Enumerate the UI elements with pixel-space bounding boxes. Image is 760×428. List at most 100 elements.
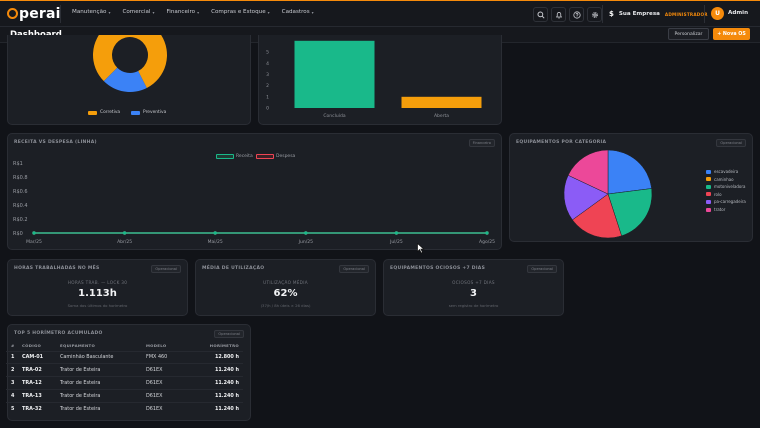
panel-title: MÉDIA DE UTILIZAÇÃO — [202, 266, 265, 271]
column-header: MODELO — [146, 343, 167, 349]
dollar-icon: $ — [609, 10, 614, 18]
divider — [704, 5, 705, 23]
kpi-hours-panel: HORAS TRABALHADAS NO MÊS Operacional HOR… — [7, 259, 188, 316]
kpi-note: Soma dos últimos do horímetro — [67, 303, 128, 308]
mouse-cursor-icon — [417, 243, 425, 254]
legend-item-motoniveladora[interactable]: motoniveladora — [706, 184, 745, 189]
legend-label: Corretiva — [100, 110, 121, 115]
data-point-receita — [122, 231, 127, 235]
model-cell: D61EX — [146, 363, 192, 377]
rank-cell: 2 — [6, 363, 22, 377]
divider — [60, 5, 61, 23]
table-row[interactable]: 1 CAM-01 Caminhão Basculante FMX 460 12.… — [6, 350, 243, 364]
code-cell: CAM-01 — [22, 350, 60, 364]
bar-aberta — [401, 96, 482, 108]
panel-title: TOP 5 HORÍMETRO ACUMULADO — [14, 331, 103, 336]
legend-item-rolo[interactable]: rolo — [706, 192, 722, 197]
code-cell: TRA-13 — [22, 388, 60, 403]
table-row[interactable]: 3 TRA-12 Trator de Esteira D61EX 11.240 … — [6, 376, 243, 390]
legend-item-pa-carregadeira[interactable]: pa-carregadeira — [706, 199, 746, 204]
kpi-utilization-panel: MÉDIA DE UTILIZAÇÃO Operacional UTILIZAÇ… — [195, 259, 376, 316]
y-tick-label: R$0.2 — [13, 217, 28, 223]
equipment-cell: Trator de Esteira — [60, 363, 146, 377]
hours-cell: 12.800 h — [192, 350, 243, 364]
legend-label: Preventiva — [143, 110, 167, 115]
legend-swatch — [706, 184, 711, 189]
rank-cell: 1 — [6, 350, 22, 364]
legend-swatch — [88, 110, 97, 115]
y-tick-label: R$0 — [13, 231, 23, 237]
help-button[interactable] — [569, 7, 584, 22]
kpi-idle-panel: EQUIPAMENTOS OCIOSOS +7 DIAS Operacional… — [383, 259, 564, 316]
legend-swatch — [706, 207, 711, 212]
gear-icon — [591, 11, 598, 18]
table-row[interactable]: 4 TRA-13 Trator de Esteira D61EX 11.240 … — [6, 388, 243, 403]
menu-comercial[interactable]: Comercial ▾ — [122, 9, 154, 15]
help-icon — [572, 10, 581, 19]
chevron-down-icon: ▾ — [108, 9, 111, 15]
company-switcher[interactable]: $ Sua Empresa ADMINISTRADOR — [609, 10, 708, 18]
menu-compras-estoque[interactable]: Compras e Estoque ▾ — [211, 9, 270, 15]
toolbar-icons — [533, 7, 602, 22]
equipment-cell: Trator de Esteira — [60, 401, 146, 415]
chevron-down-icon: ▾ — [267, 9, 270, 15]
rank-cell: 3 — [6, 376, 22, 390]
legend-preventiva: Preventiva — [131, 110, 166, 115]
notifications-button[interactable] — [551, 7, 566, 22]
table-row[interactable]: 5 TRA-32 Trator de Esteira D61EX 11.240 … — [6, 401, 243, 415]
model-cell: FMX 460 — [146, 350, 192, 364]
kpi-label: HORAS TRAB. — LOCK 30 — [67, 280, 128, 285]
panel-tag: Operacional — [527, 265, 557, 273]
equipment-category-panel: EQUIPAMENTOS POR CATEGORIA Operacional e… — [509, 133, 753, 242]
y-tick-label: 4 — [266, 61, 269, 67]
kpi-value: 1.113h — [78, 288, 117, 299]
search-button[interactable] — [533, 7, 548, 22]
horimeter-table: # CÓDIGO EQUIPAMENTO MODELO HORÍMETRO 1 … — [6, 341, 243, 415]
x-tick-label: Concluída — [323, 112, 345, 119]
model-cell: D61EX — [146, 388, 192, 403]
x-tick-label: Mar/25 — [26, 239, 42, 245]
legend-item-escavadeira[interactable]: escavadeira — [706, 169, 738, 174]
bell-icon — [555, 11, 562, 18]
rank-cell: 5 — [6, 401, 22, 415]
data-point-receita — [304, 231, 308, 235]
legend-item-caminhao[interactable]: caminhao — [706, 177, 734, 182]
menu-financeiro[interactable]: Financeiro ▾ — [167, 9, 200, 15]
panel-title: HORAS TRABALHADAS NO MÊS — [14, 266, 100, 271]
code-cell: TRA-12 — [22, 376, 60, 390]
bar-concluída — [294, 40, 375, 108]
legend-label: escavadeira — [714, 169, 739, 174]
legend-swatch — [706, 199, 711, 204]
table-row[interactable]: 2 TRA-02 Trator de Esteira D61EX 11.240 … — [6, 363, 243, 377]
brand-logo[interactable]: perai — [7, 6, 61, 22]
user-menu[interactable]: Admin — [728, 10, 748, 16]
y-tick-label: R$0.6 — [13, 189, 28, 195]
y-tick-label: 5 — [266, 50, 269, 56]
data-point-receita — [394, 231, 399, 235]
x-tick-label: Aberta — [434, 113, 449, 119]
legend-label: rolo — [714, 191, 722, 197]
company-name: Sua Empresa — [618, 11, 660, 17]
y-tick-label: 0 — [266, 106, 269, 112]
settings-button[interactable] — [587, 7, 602, 22]
column-header: CÓDIGO — [22, 343, 42, 349]
x-tick-label: Ago/25 — [479, 239, 495, 245]
menu-manutencao[interactable]: Manutenção ▾ — [72, 9, 110, 15]
menu-cadastros[interactable]: Cadastros ▾ — [282, 9, 314, 15]
chevron-down-icon: ▾ — [152, 9, 155, 15]
model-cell: D61EX — [146, 401, 192, 415]
legend-item-trator[interactable]: trator — [706, 207, 725, 212]
legend-label: caminhao — [714, 176, 734, 182]
legend-label: pa-carregadeira — [714, 199, 746, 205]
legend-label: motoniveladora — [714, 184, 746, 190]
kpi-label: OCIOSOS +7 DIAS — [452, 280, 495, 285]
nova-os-button[interactable]: + Nova OS — [713, 28, 750, 40]
personalizar-button[interactable]: Personalizar — [668, 28, 709, 40]
maintenance-type-panel: Corretiva Preventiva — [7, 35, 251, 125]
avatar[interactable]: U — [711, 7, 724, 20]
os-status-bar-chart: 5 4 3 2 1 0 Concluída Aberta — [266, 40, 482, 119]
equipment-cell: Trator de Esteira — [60, 388, 146, 403]
code-cell: TRA-02 — [22, 363, 60, 377]
panel-tag: Operacional — [151, 265, 181, 273]
panel-title: EQUIPAMENTOS OCIOSOS +7 DIAS — [390, 266, 486, 271]
